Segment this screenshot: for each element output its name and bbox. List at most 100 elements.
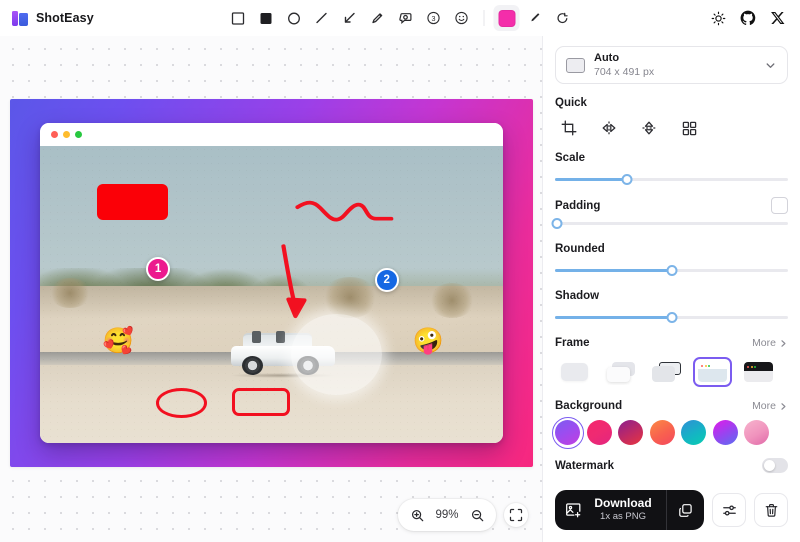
shadow-slider[interactable]	[555, 310, 788, 324]
brush-tool[interactable]	[522, 5, 548, 31]
chevron-right-icon	[779, 339, 788, 348]
flip-horizontal-icon[interactable]	[598, 117, 620, 139]
ellipse-tool[interactable]	[281, 5, 307, 31]
frame-option-stack[interactable]	[601, 357, 640, 387]
frame-option-dark-window[interactable]	[739, 357, 778, 387]
export-settings-button[interactable]	[712, 493, 746, 527]
shadow-label: Shadow	[555, 290, 788, 302]
frame-option-none[interactable]	[555, 357, 594, 387]
frame-option-light-window[interactable]	[693, 357, 732, 387]
chevron-right-icon	[779, 402, 788, 411]
toolbar-divider	[484, 10, 485, 26]
frame-more-label: More	[752, 337, 776, 349]
watermark-toggle[interactable]	[762, 458, 788, 473]
bg-option-6[interactable]	[713, 420, 738, 445]
background-more-button[interactable]: More	[752, 400, 788, 412]
padding-color-box[interactable]	[771, 197, 788, 214]
annotation-badge-1[interactable]: 1	[146, 257, 170, 281]
crop-icon[interactable]	[558, 117, 580, 139]
frame-titlebar	[40, 123, 503, 146]
annotation-spotlight[interactable]	[291, 314, 381, 396]
download-title: Download	[594, 497, 651, 511]
background-section: Background More	[555, 400, 788, 412]
stroke-color-swatch[interactable]	[494, 5, 520, 31]
screenshot-photo: 1 2 🥰 🤪	[40, 146, 503, 443]
flip-vertical-icon[interactable]	[638, 117, 660, 139]
zoom-pill: 99%	[398, 499, 496, 531]
spotlight-tool[interactable]	[393, 5, 419, 31]
background-options	[555, 420, 788, 445]
image-download-icon	[565, 502, 582, 519]
annotation-emoji-1[interactable]: 🥰	[103, 329, 134, 354]
settings-panel: Auto 704 x 491 px Quick	[542, 36, 800, 542]
quick-section-title: Quick	[555, 97, 788, 109]
zoom-in-icon[interactable]	[406, 504, 428, 526]
artboard[interactable]: 1 2 🥰 🤪	[10, 99, 533, 467]
traffic-light-minimize	[63, 131, 70, 138]
padding-slider[interactable]	[555, 216, 788, 230]
app-root: ShotEasy 3	[0, 0, 800, 542]
bg-option-3[interactable]	[618, 420, 643, 445]
bg-option-1[interactable]	[555, 420, 580, 445]
panel-footer: Download 1x as PNG	[543, 480, 800, 542]
bg-option-5[interactable]	[681, 420, 706, 445]
canvas-size-label: Auto	[594, 52, 755, 65]
emoji-tool[interactable]	[449, 5, 475, 31]
canvas-area[interactable]: 1 2 🥰 🤪 99%	[0, 36, 542, 542]
body: 1 2 🥰 🤪 99%	[0, 36, 800, 542]
bg-option-4[interactable]	[650, 420, 675, 445]
padding-row: Padding	[555, 197, 788, 214]
shoteasy-logo-icon	[12, 10, 29, 27]
zoom-level: 99%	[432, 509, 462, 521]
scale-slider[interactable]	[555, 172, 788, 186]
github-icon[interactable]	[738, 8, 758, 28]
annotation-red-ellipse[interactable]	[156, 388, 207, 418]
quick-actions	[555, 117, 788, 139]
frame-title: Frame	[555, 337, 590, 349]
settings-scroll: Auto 704 x 491 px Quick	[543, 36, 800, 480]
zoom-out-icon[interactable]	[466, 504, 488, 526]
rectangle-filled-tool[interactable]	[253, 5, 279, 31]
traffic-light-close	[51, 131, 58, 138]
x-icon[interactable]	[768, 8, 788, 28]
annotation-red-rect-outline[interactable]	[232, 388, 290, 416]
grid-icon[interactable]	[678, 117, 700, 139]
arrow-tool[interactable]	[337, 5, 363, 31]
rectangle-outline-tool[interactable]	[225, 5, 251, 31]
bg-option-2[interactable]	[587, 420, 612, 445]
frame-option-shadow[interactable]	[647, 357, 686, 387]
download-subtitle: 1x as PNG	[600, 512, 646, 523]
watermark-row: Watermark	[555, 458, 788, 473]
brand: ShotEasy	[12, 10, 212, 27]
background-more-label: More	[752, 400, 776, 412]
annotation-badge-2[interactable]: 2	[375, 268, 399, 292]
delete-button[interactable]	[754, 493, 788, 527]
header-actions	[708, 8, 788, 28]
frame-options	[555, 357, 788, 387]
scale-label: Scale	[555, 152, 788, 164]
copy-icon[interactable]	[666, 490, 704, 530]
brand-name: ShotEasy	[36, 11, 94, 25]
download-button[interactable]: Download 1x as PNG	[555, 490, 666, 530]
background-title: Background	[555, 400, 622, 412]
traffic-light-maximize	[75, 131, 82, 138]
rounded-slider[interactable]	[555, 263, 788, 277]
sun-icon[interactable]	[708, 8, 728, 28]
frame-size-icon	[566, 58, 585, 73]
eraser-tool[interactable]	[550, 5, 576, 31]
annotation-red-rectangle[interactable]	[97, 184, 167, 220]
screenshot-frame: 1 2 🥰 🤪	[40, 123, 503, 443]
fit-screen-icon[interactable]	[504, 503, 528, 527]
canvas-size-select[interactable]: Auto 704 x 491 px	[555, 46, 788, 84]
line-tool[interactable]	[309, 5, 335, 31]
bg-option-7[interactable]	[744, 420, 769, 445]
rounded-label: Rounded	[555, 243, 788, 255]
drawing-tools: 3	[225, 5, 576, 31]
frame-more-button[interactable]: More	[752, 337, 788, 349]
annotation-emoji-2[interactable]: 🤪	[413, 329, 444, 354]
watermark-label: Watermark	[555, 460, 614, 472]
number-badge-tool[interactable]: 3	[421, 5, 447, 31]
frame-section: Frame More	[555, 337, 788, 349]
download-group[interactable]: Download 1x as PNG	[555, 490, 704, 530]
pen-tool[interactable]	[365, 5, 391, 31]
